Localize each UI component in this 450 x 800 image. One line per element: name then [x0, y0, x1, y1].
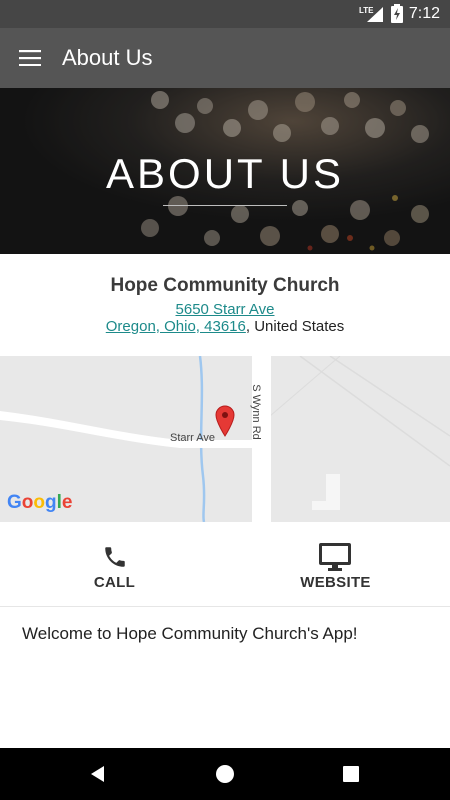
google-letter: g — [45, 492, 57, 513]
action-row: CALL WEBSITE — [0, 522, 450, 607]
address-street-line: 5650 Starr Ave — [0, 301, 450, 318]
street-address-link[interactable]: 5650 Starr Ave — [176, 301, 275, 318]
back-icon[interactable] — [88, 764, 108, 784]
road-label-starr: Starr Ave — [170, 432, 216, 444]
road-label-wynn: S Wynn Rd — [249, 384, 262, 440]
hamburger-menu-icon — [19, 50, 41, 66]
google-letter: o — [33, 492, 45, 513]
call-label: CALL — [93, 574, 136, 591]
address-city-line: Oregon, Ohio, 43616, United States — [0, 318, 450, 335]
google-letter: o — [21, 492, 34, 513]
svg-text:LTE: LTE — [359, 6, 374, 15]
menu-button[interactable] — [0, 28, 60, 88]
church-info: Hope Community Church 5650 Starr Ave Ore… — [0, 254, 450, 356]
website-button[interactable]: WEBSITE — [223, 522, 448, 606]
country-text: , United States — [245, 318, 345, 335]
google-letter: G — [7, 492, 22, 513]
battery-charging-icon — [390, 4, 403, 23]
google-logo: Google — [7, 492, 72, 514]
location-pin-icon[interactable] — [215, 405, 235, 437]
lte-signal-icon: LTE — [359, 6, 383, 22]
desktop-monitor-icon — [319, 543, 351, 571]
church-name: Hope Community Church — [110, 275, 340, 296]
website-label: WEBSITE — [300, 574, 371, 591]
phone-icon — [105, 547, 125, 567]
recents-icon[interactable] — [342, 765, 360, 783]
city-address-link[interactable]: Oregon, Ohio, 43616 — [106, 318, 246, 335]
page-title: About Us — [62, 45, 153, 70]
hero-banner: ABOUT US — [0, 88, 450, 254]
hero-title: ABOUT US — [106, 150, 344, 197]
home-icon[interactable] — [215, 764, 235, 784]
google-letter: e — [61, 492, 73, 513]
location-map[interactable]: Starr Ave S Wynn Rd Google — [0, 356, 450, 522]
app-bar: About Us — [0, 28, 450, 88]
call-button[interactable]: CALL — [2, 522, 227, 606]
status-bar: LTE 7:12 — [0, 0, 450, 28]
hero-divider — [163, 205, 287, 206]
status-time: 7:12 — [408, 4, 440, 22]
system-nav-bar — [0, 748, 450, 800]
welcome-text: Welcome to Hope Community Church's App! — [22, 624, 358, 643]
